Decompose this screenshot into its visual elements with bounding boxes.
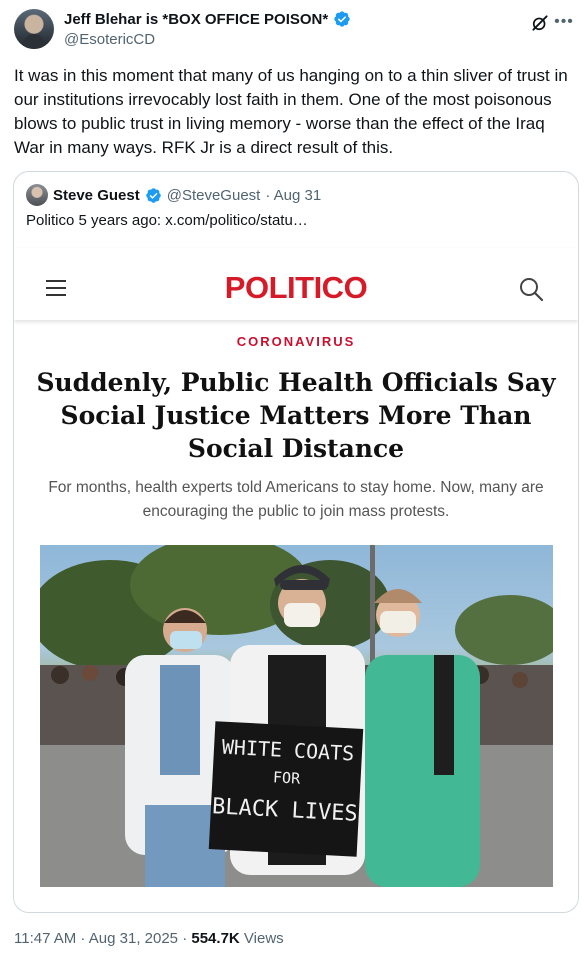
article-headline: Suddenly, Public Health Officials Say So… xyxy=(36,368,556,463)
author-name-line: Jeff Blehar is *BOX OFFICE POISON* xyxy=(64,10,351,28)
quoted-tweet-header: Steve Guest @SteveGuest · Aug 31 xyxy=(26,184,321,206)
protest-sign-line-2: FOR xyxy=(273,768,302,787)
article-dek: For months, health experts told American… xyxy=(48,479,544,520)
tweet-time[interactable]: 11:47 AM xyxy=(14,930,76,947)
politico-logo: POLITICO xyxy=(224,270,368,305)
author-display-name[interactable]: Jeff Blehar is *BOX OFFICE POISON* xyxy=(64,11,328,28)
quoted-author-avatar xyxy=(26,184,48,206)
more-icon[interactable]: ••• xyxy=(554,13,574,33)
author-avatar[interactable] xyxy=(14,9,54,49)
article-kicker: CORONAVIRUS xyxy=(236,334,356,349)
quoted-author-display-name: Steve Guest xyxy=(53,186,140,204)
verified-badge-icon[interactable] xyxy=(333,10,351,28)
quoted-tweet-text: Politico 5 years ago: x.com/politico/sta… xyxy=(26,212,308,229)
quoted-tweet[interactable]: Steve Guest @SteveGuest · Aug 31 Politic… xyxy=(13,171,579,913)
quoted-tweet-date: · Aug 31 xyxy=(265,186,322,204)
verified-badge-icon xyxy=(145,187,161,203)
article-screenshot-image[interactable]: POLITICO CORONAVIRUS Suddenly, Public He… xyxy=(14,248,578,912)
meta-separator: · xyxy=(178,930,192,947)
protest-photo-illustration: WHITE COATS FOR BLACK LIVES xyxy=(40,545,553,887)
author-handle[interactable]: @EsotericCD xyxy=(64,31,155,48)
article-photo: WHITE COATS FOR BLACK LIVES xyxy=(40,545,553,887)
politico-nav-bar: POLITICO xyxy=(14,248,578,320)
tweet-text: It was in this moment that many of us ha… xyxy=(14,66,568,157)
grok-icon[interactable] xyxy=(530,13,550,33)
search-icon xyxy=(520,278,544,302)
views-count: 554.7K xyxy=(191,930,240,947)
quoted-author-handle: @SteveGuest xyxy=(166,186,261,204)
views-label: Views xyxy=(239,930,284,947)
tweet-meta: 11:47 AM · Aug 31, 2025 · 554.7K Views xyxy=(14,930,284,947)
protest-sign: WHITE COATS FOR BLACK LIVES xyxy=(208,721,364,857)
meta-separator: · xyxy=(76,930,89,947)
tweet-date[interactable]: Aug 31, 2025 xyxy=(89,930,178,947)
tweet-header: Jeff Blehar is *BOX OFFICE POISON* @Esot… xyxy=(14,8,574,52)
